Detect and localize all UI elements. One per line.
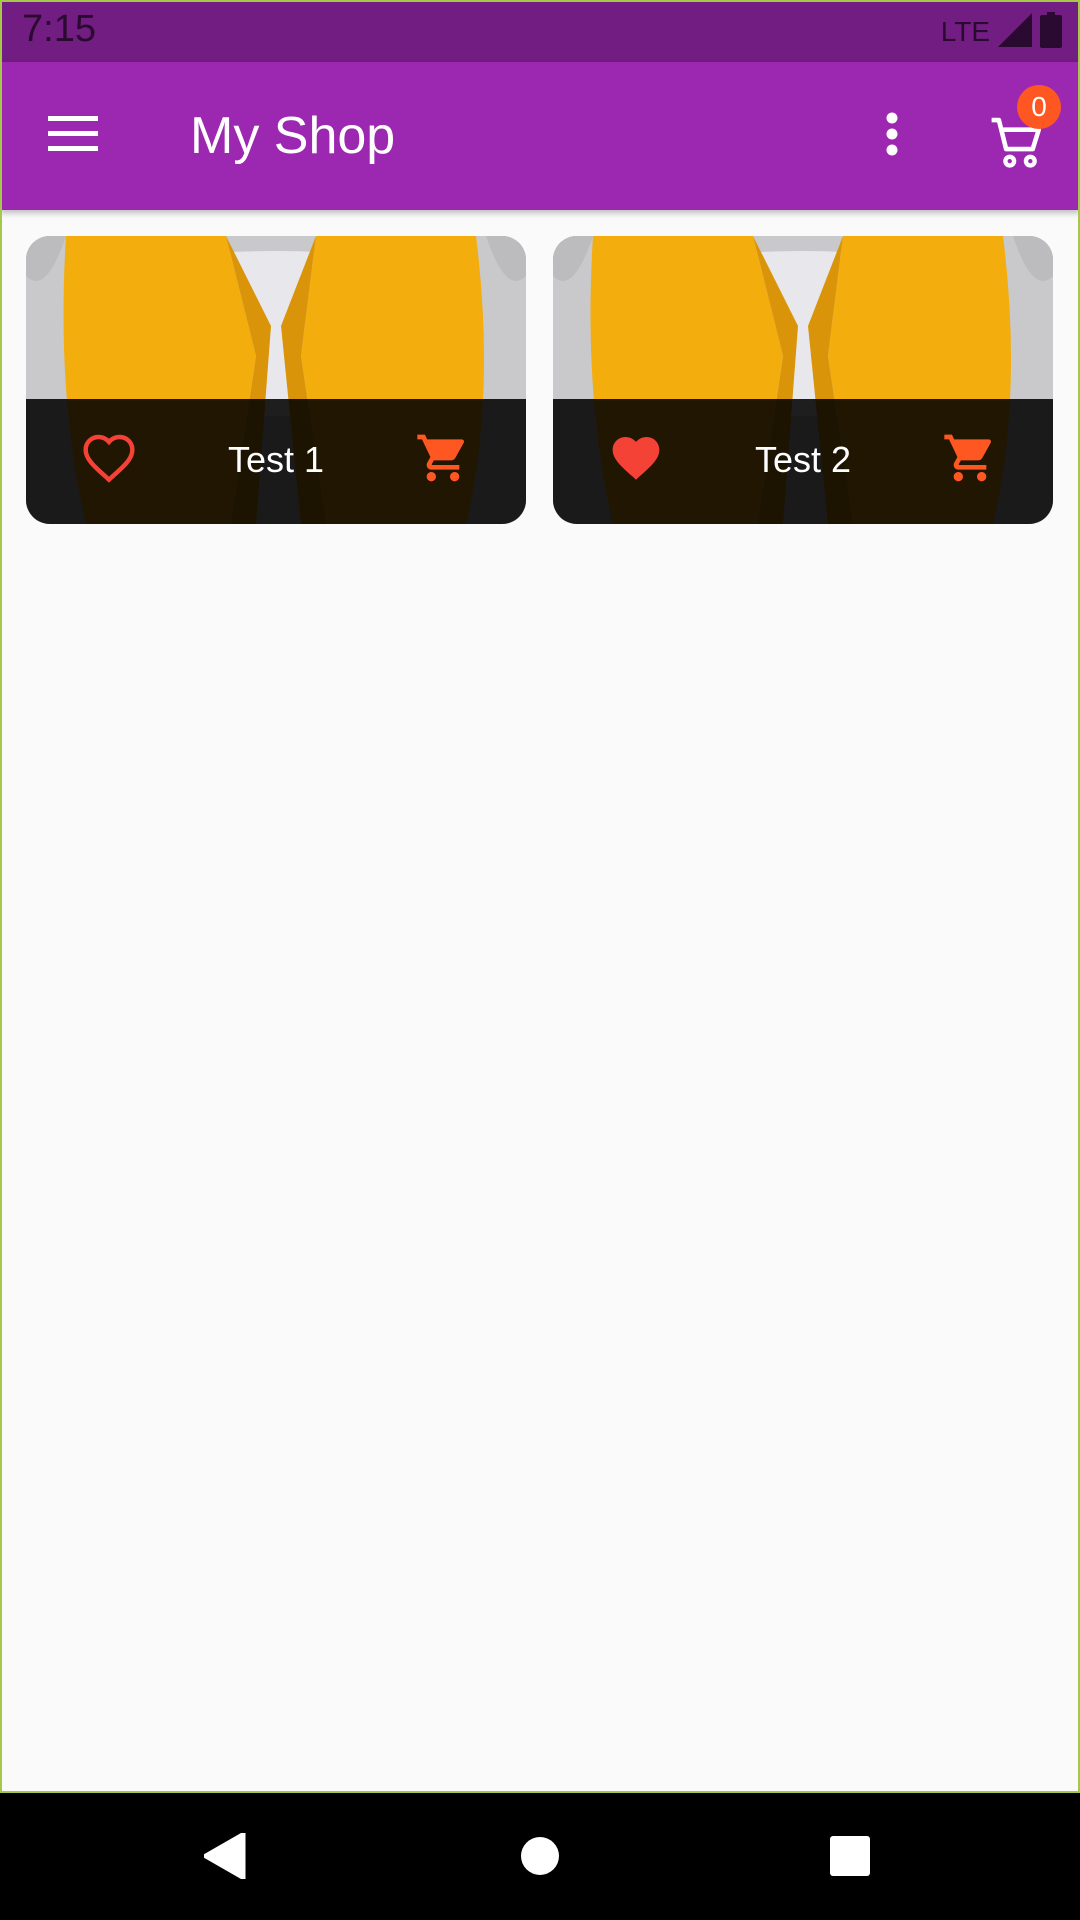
nav-back-button[interactable] xyxy=(190,1823,260,1893)
heart-filled-icon xyxy=(608,432,664,489)
app-bar: My Shop xyxy=(0,62,1080,210)
add-to-cart-button[interactable] xyxy=(939,429,1001,491)
add-to-cart-button[interactable] xyxy=(412,429,474,491)
battery-icon xyxy=(1040,11,1062,53)
status-indicators: LTE xyxy=(940,11,1062,53)
back-triangle-icon xyxy=(202,1831,246,1884)
system-nav-bar xyxy=(0,1793,1080,1920)
hamburger-menu-icon xyxy=(48,115,98,157)
nav-home-button[interactable] xyxy=(505,1823,575,1893)
menu-button[interactable] xyxy=(38,106,108,166)
cart-count-badge: 0 xyxy=(1017,85,1061,129)
product-footer: Test 1 xyxy=(26,399,526,524)
cell-signal-icon xyxy=(998,12,1032,52)
network-type-label: LTE xyxy=(940,16,990,47)
recents-square-icon xyxy=(830,1835,870,1881)
favorite-button[interactable] xyxy=(78,429,140,491)
product-card[interactable]: Test 1 xyxy=(26,236,526,524)
status-time: 7:15 xyxy=(22,8,96,50)
heart-outline-icon xyxy=(81,432,137,489)
nav-recents-button[interactable] xyxy=(815,1823,885,1893)
product-title: Test 1 xyxy=(227,439,325,480)
more-vert-icon xyxy=(886,112,898,161)
add-shopping-cart-icon xyxy=(415,430,471,491)
add-shopping-cart-icon xyxy=(942,430,998,491)
more-options-button[interactable] xyxy=(862,106,922,166)
app-title: My Shop xyxy=(190,107,396,165)
home-circle-icon xyxy=(520,1836,560,1881)
product-card[interactable]: Test 2 xyxy=(553,236,1053,524)
product-title: Test 2 xyxy=(754,439,852,480)
status-bar: 7:15 LTE xyxy=(0,0,1080,62)
product-footer: Test 2 xyxy=(553,399,1053,524)
favorite-button[interactable] xyxy=(605,429,667,491)
